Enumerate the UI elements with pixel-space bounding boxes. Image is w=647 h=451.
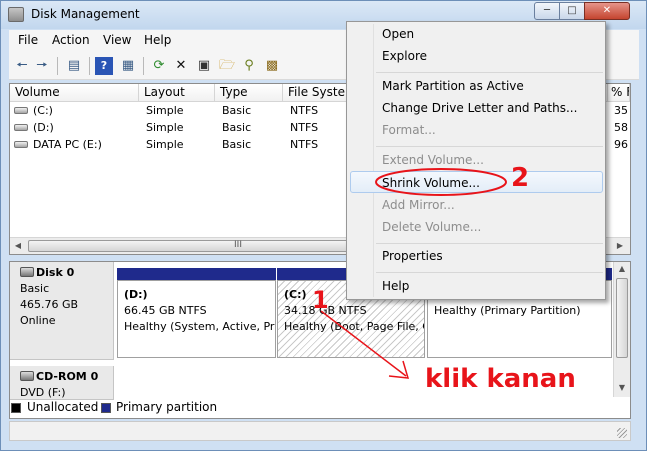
annotation-arrow-line: [320, 310, 407, 377]
annotation-step-1: 1: [312, 286, 329, 314]
annotation-caption: klik kanan: [425, 364, 576, 394]
shrink-volume-highlight-ellipse: [375, 168, 507, 196]
disk-management-window: Disk Management ─ □ ✕ File Action View H…: [0, 0, 647, 451]
annotation-step-2: 2: [511, 163, 530, 193]
